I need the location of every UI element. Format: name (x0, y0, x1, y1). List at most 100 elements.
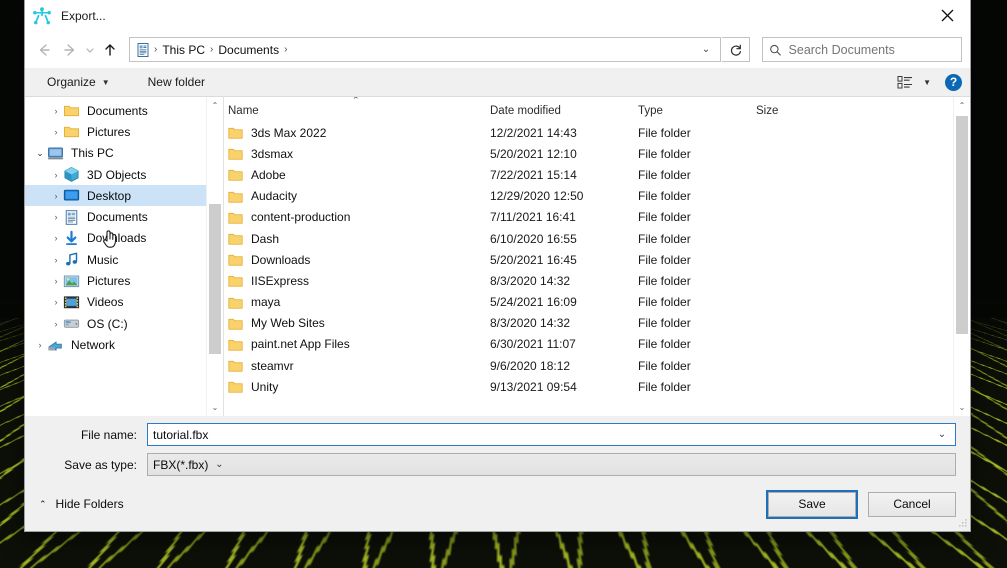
file-rows: 3ds Max 2022 12/2/2021 14:43 File folder 3d… (224, 122, 970, 397)
navigation-pane-scrollbar[interactable]: ⌃ ⌄ (206, 97, 223, 416)
address-dropdown-button[interactable]: ⌄ (696, 44, 716, 55)
sidebar-item-documents[interactable]: › Documents (25, 206, 223, 227)
sidebar-item-documents[interactable]: › Documents (25, 100, 223, 121)
file-name-cell: steamvr (224, 359, 486, 373)
column-header-size[interactable]: Size (752, 105, 862, 117)
scrollbar-thumb[interactable] (209, 204, 221, 354)
folder-icon (228, 127, 243, 139)
date-modified-cell: 6/10/2020 16:55 (490, 231, 577, 246)
sidebar-item-desktop[interactable]: › Desktop (25, 185, 223, 207)
sidebar-item-downloads[interactable]: › Downloads (25, 228, 223, 249)
type-cell: File folder (638, 189, 691, 204)
help-button[interactable]: ? (945, 73, 962, 91)
organize-button[interactable]: Organize ▼ (39, 71, 118, 93)
scroll-up-button[interactable]: ⌃ (954, 97, 970, 114)
sidebar-item-network[interactable]: › Network (25, 334, 223, 355)
chevron-right-icon[interactable]: › (49, 170, 63, 180)
table-row[interactable]: maya 5/24/2021 16:09 File folder (224, 292, 970, 313)
navigation-pane: › Documents › Pictures ⌄ This PC › 3D Objects › D… (25, 97, 223, 416)
table-row[interactable]: My Web Sites 8/3/2020 14:32 File folder (224, 313, 970, 334)
up-button[interactable] (97, 37, 123, 63)
sidebar-item-music[interactable]: › Music (25, 249, 223, 270)
table-row[interactable]: Unity 9/13/2021 09:54 File folder (224, 376, 970, 397)
breadcrumb-this-pc[interactable]: This PC (158, 43, 209, 57)
table-row[interactable]: 3dsmax 5/20/2021 12:10 File folder (224, 143, 970, 164)
file-name-cell: content-production (224, 210, 486, 224)
cancel-button[interactable]: Cancel (868, 491, 956, 517)
chevron-right-icon[interactable]: › (49, 255, 63, 265)
hide-folders-button[interactable]: ⌃ Hide Folders (39, 497, 124, 511)
file-list-scrollbar[interactable]: ⌃ ⌄ (953, 97, 970, 416)
type-cell: File folder (638, 231, 691, 246)
sidebar-item-this-pc[interactable]: ⌄ This PC (25, 143, 223, 164)
scroll-down-button[interactable]: ⌄ (207, 399, 223, 416)
chevron-right-icon[interactable]: › (49, 106, 63, 116)
recent-locations-button[interactable] (83, 37, 97, 63)
close-button[interactable] (924, 0, 970, 31)
chevron-right-icon[interactable]: › (49, 233, 63, 243)
forward-button[interactable] (57, 37, 83, 63)
breadcrumb-documents[interactable]: Documents (214, 43, 283, 57)
back-button[interactable] (31, 37, 57, 63)
table-row[interactable]: 3ds Max 2022 12/2/2021 14:43 File folder (224, 122, 970, 143)
this-pc-icon (47, 147, 64, 160)
scrollbar-track[interactable] (954, 114, 970, 399)
scroll-up-button[interactable]: ⌃ (207, 97, 223, 114)
table-row[interactable]: Adobe 7/22/2021 15:14 File folder (224, 164, 970, 185)
scrollbar-thumb[interactable] (956, 116, 968, 334)
table-row[interactable]: paint.net App Files 6/30/2021 11:07 File f… (224, 334, 970, 355)
close-icon (941, 9, 953, 22)
refresh-button[interactable] (722, 37, 750, 62)
folder-icon (228, 361, 243, 372)
breadcrumb-separator: › (284, 44, 288, 55)
chevron-down-icon[interactable]: ⌄ (33, 148, 47, 159)
file-name-cell: Dash (224, 232, 486, 246)
chevron-right-icon[interactable]: › (49, 212, 63, 222)
sidebar-item-videos[interactable]: › Videos (25, 292, 223, 313)
table-row[interactable]: Downloads 5/20/2021 16:45 File folder (224, 249, 970, 270)
scrollbar-track[interactable] (207, 114, 223, 399)
chevron-right-icon[interactable]: › (49, 127, 63, 137)
folder-icon (228, 297, 243, 309)
chevron-down-icon[interactable]: ⌄ (931, 429, 953, 440)
search-input[interactable] (788, 42, 955, 57)
chevron-right-icon[interactable]: › (49, 297, 63, 307)
sidebar-item-os-c[interactable]: › OS (C:) (25, 313, 223, 334)
videos-icon (63, 296, 80, 309)
save-button[interactable]: Save (766, 489, 858, 519)
table-row[interactable]: Dash 6/10/2020 16:55 File folder (224, 228, 970, 249)
file-name-cell: Unity (224, 380, 486, 394)
network-icon (48, 341, 62, 352)
date-modified-cell: 12/29/2020 12:50 (490, 189, 584, 204)
chevron-right-icon[interactable]: › (49, 276, 63, 286)
table-row[interactable]: content-production 7/11/2021 16:41 File fo… (224, 207, 970, 228)
file-name-text: Adobe (251, 167, 286, 182)
sidebar-item-pictures[interactable]: › Pictures (25, 270, 223, 291)
save-form: File name: tutorial.fbx ⌄ Save as type: … (25, 416, 970, 531)
file-name-field[interactable]: tutorial.fbx ⌄ (147, 423, 956, 446)
address-bar[interactable]: › This PC › Documents › ⌄ (129, 37, 721, 62)
file-name-cell: Adobe (224, 168, 486, 182)
chevron-down-icon[interactable]: ⌄ (208, 459, 230, 470)
new-folder-button[interactable]: New folder (140, 71, 213, 93)
table-row[interactable]: IISExpress 8/3/2020 14:32 File folder (224, 270, 970, 291)
documents-folder-icon (137, 42, 149, 57)
view-mode-button[interactable]: ▼ (897, 75, 931, 90)
chevron-right-icon[interactable]: › (49, 191, 63, 201)
file-name-cell: 3ds Max 2022 (224, 126, 486, 140)
column-header-type[interactable]: Type (634, 105, 752, 117)
search-box[interactable] (762, 37, 962, 62)
scroll-down-button[interactable]: ⌄ (954, 399, 970, 416)
table-row[interactable]: Audacity 12/29/2020 12:50 File folder (224, 186, 970, 207)
column-header-name[interactable]: Name (224, 105, 486, 117)
column-header-date-modified[interactable]: Date modified (486, 105, 634, 117)
chevron-right-icon[interactable]: › (49, 319, 63, 329)
sidebar-item-pictures[interactable]: › Pictures (25, 121, 223, 142)
save-as-type-select[interactable]: FBX(*.fbx) ⌄ (147, 453, 956, 476)
folder-icon (63, 105, 80, 117)
table-row[interactable]: steamvr 9/6/2020 18:12 File folder (224, 355, 970, 376)
chevron-up-icon: ⌃ (39, 498, 47, 509)
sidebar-item-3d-objects[interactable]: › 3D Objects (25, 164, 223, 185)
resize-grip-icon[interactable] (956, 518, 968, 530)
chevron-right-icon[interactable]: › (33, 340, 47, 350)
